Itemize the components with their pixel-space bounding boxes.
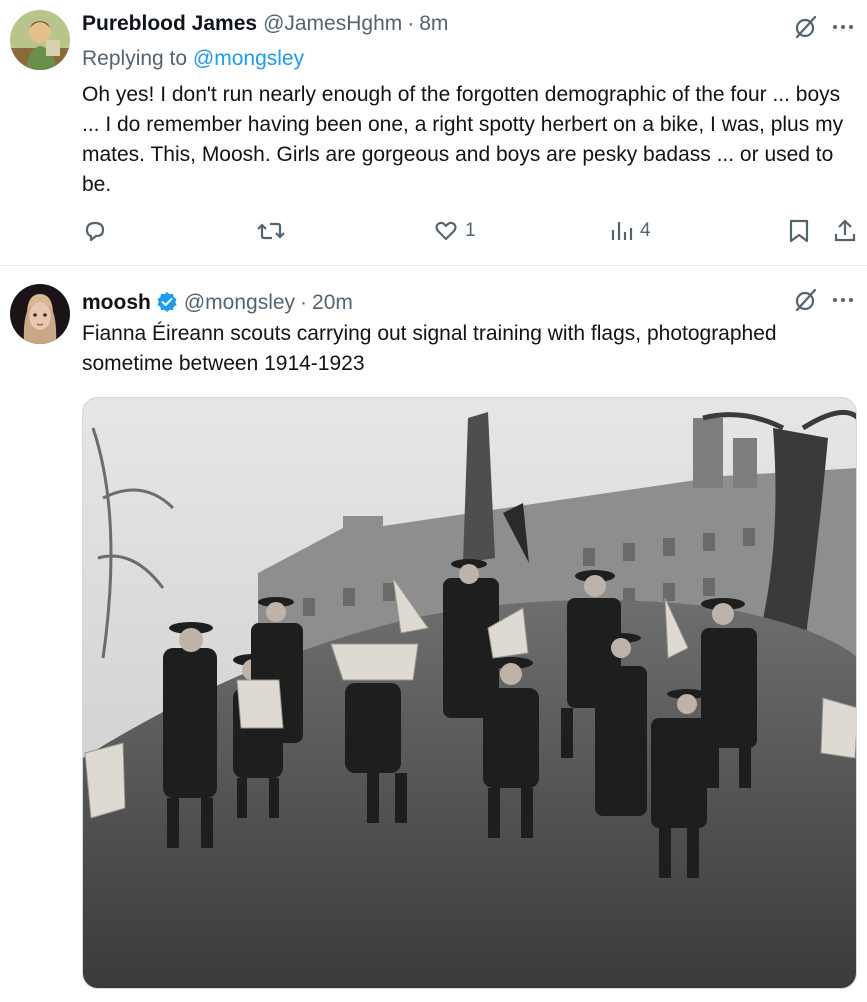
bookmark-icon [789, 219, 809, 243]
tweet-action-bar: 1 4 [0, 218, 867, 250]
share-icon [834, 219, 856, 242]
like-button[interactable]: 1 [433, 218, 476, 244]
user-handle[interactable]: @mongsley [184, 291, 295, 315]
display-name[interactable]: moosh [82, 291, 151, 315]
reply-button[interactable] [82, 218, 114, 244]
more-dots-icon[interactable] [831, 288, 855, 312]
grok-slash-circle-icon[interactable] [793, 287, 819, 313]
avatar-doll-face-icon [10, 284, 70, 344]
timestamp[interactable]: 20m [312, 291, 353, 315]
views-count: 4 [640, 220, 651, 241]
retweet-icon [257, 222, 285, 240]
reply-tweet[interactable]: Pureblood James @JamesHghm · 8m Replying… [0, 0, 867, 266]
tweet-top-actions [793, 14, 855, 40]
reply-bubble-icon [85, 221, 105, 242]
original-tweet[interactable]: moosh @mongsley · 20m Fianna Éireann sco… [0, 267, 867, 1002]
grok-slash-circle-icon[interactable] [793, 14, 819, 40]
avatar-moosh[interactable] [10, 284, 70, 344]
verified-badge-icon [156, 291, 178, 313]
tweet-header: Pureblood James @JamesHghm · 8m [82, 12, 448, 36]
replying-to-mention[interactable]: @mongsley [193, 47, 304, 70]
separator-dot: · [300, 291, 308, 314]
avatar-purebloodjames[interactable] [10, 10, 70, 70]
user-handle[interactable]: @JamesHghm [263, 12, 402, 36]
more-dots-icon[interactable] [831, 15, 855, 39]
views-bars-icon [611, 222, 633, 240]
tweet-media-photo[interactable] [82, 397, 857, 989]
heart-icon [435, 221, 457, 241]
scouts-photo-image [83, 398, 856, 988]
tweet-text: Oh yes! I don't run nearly enough of the… [82, 83, 844, 196]
replying-to-label: Replying to [82, 47, 188, 70]
replying-to-line: Replying to @mongsley [82, 47, 304, 71]
share-button[interactable] [833, 218, 857, 244]
like-count: 1 [465, 220, 476, 241]
separator-dot: · [407, 12, 415, 35]
tweet-top-actions [793, 287, 855, 313]
views-button[interactable]: 4 [610, 218, 651, 244]
avatar-illustrated-figure-icon [10, 10, 70, 70]
tweet-text: Fianna Éireann scouts carrying out signa… [82, 322, 777, 375]
retweet-button[interactable] [257, 218, 291, 244]
bookmark-button[interactable] [788, 218, 810, 244]
tweet-header: moosh @mongsley · 20m [82, 287, 353, 315]
display-name[interactable]: Pureblood James [82, 12, 257, 36]
timestamp[interactable]: 8m [419, 12, 448, 36]
